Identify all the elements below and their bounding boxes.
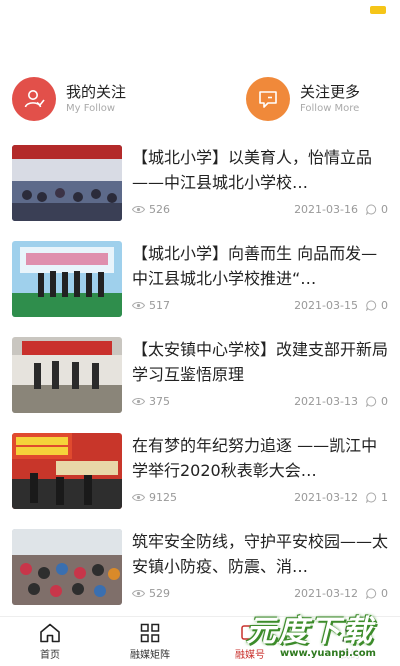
view-count-value: 375 (149, 395, 170, 408)
comment-count-value: 0 (381, 203, 388, 216)
eye-icon (132, 302, 145, 309)
news-date: 2021-03-15 (294, 299, 358, 312)
view-count: 529 (132, 587, 170, 600)
news-thumbnail[interactable] (12, 145, 122, 221)
news-item[interactable]: 【城北小学】向善而生 向品而发—中江县城北小学校推进“… 517 2021-03… (0, 241, 400, 323)
eye-icon (132, 590, 145, 597)
comment-icon (366, 396, 377, 407)
news-item[interactable]: 【太安镇中心学校】改建支部开新局 学习互鉴悟原理 375 2021-03-13 … (0, 337, 400, 419)
news-title[interactable]: 【太安镇中心学校】改建支部开新局 学习互鉴悟原理 (132, 337, 388, 387)
news-item[interactable]: 【城北小学】以美育人，怡情立品 ——中江县城北小学校… 526 2021-03-… (0, 145, 400, 227)
news-item[interactable]: 在有梦的年纪努力追逐 ——凯江中学举行2020秋表彰大会… 9125 2021-… (0, 433, 400, 515)
comment-count-value: 1 (381, 491, 388, 504)
news-title[interactable]: 【城北小学】以美育人，怡情立品 ——中江县城北小学校… (132, 145, 388, 195)
view-count-value: 526 (149, 203, 170, 216)
view-count-value: 9125 (149, 491, 177, 504)
grid-icon (140, 623, 160, 643)
chat-bubble-icon (246, 77, 290, 121)
view-count: 375 (132, 395, 170, 408)
tab-home[interactable]: 首页 (10, 617, 90, 666)
comment-count: 1 (366, 491, 388, 504)
eye-icon (132, 398, 145, 405)
view-count: 526 (132, 203, 170, 216)
comment-count: 0 (366, 395, 388, 408)
status-indicator (370, 6, 386, 14)
my-follow-button[interactable]: 我的关注 My Follow (12, 76, 126, 122)
view-count-value: 529 (149, 587, 170, 600)
comment-count-value: 0 (381, 395, 388, 408)
news-title[interactable]: 在有梦的年纪努力追逐 ——凯江中学举行2020秋表彰大会… (132, 433, 388, 483)
site-watermark: 元度下载 www.yuanpi.com (238, 598, 400, 666)
eye-icon (132, 494, 145, 501)
comment-icon (366, 300, 377, 311)
follow-row: 我的关注 My Follow 关注更多 Follow More (0, 76, 400, 122)
comment-icon (366, 492, 377, 503)
user-follow-icon (12, 77, 56, 121)
view-count: 9125 (132, 491, 177, 504)
news-thumbnail[interactable] (12, 433, 122, 509)
eye-icon (132, 206, 145, 213)
my-follow-subtitle: My Follow (66, 103, 116, 114)
comment-count: 0 (366, 203, 388, 216)
news-thumbnail[interactable] (12, 241, 122, 317)
watermark-text: 元度下载 (246, 614, 374, 649)
tab-media-matrix-label: 融媒矩阵 (130, 650, 170, 661)
follow-more-title: 关注更多 (300, 83, 361, 101)
tab-media-matrix[interactable]: 融媒矩阵 (110, 617, 190, 666)
follow-more-subtitle: Follow More (300, 103, 360, 114)
news-date: 2021-03-16 (294, 203, 358, 216)
comment-count-value: 0 (381, 299, 388, 312)
news-title[interactable]: 【城北小学】向善而生 向品而发—中江县城北小学校推进“… (132, 241, 388, 291)
watermark-url: www.yuanpi.com (278, 648, 378, 659)
view-count: 517 (132, 299, 170, 312)
news-date: 2021-03-12 (294, 491, 358, 504)
comment-count: 0 (366, 299, 388, 312)
follow-more-button[interactable]: 关注更多 Follow More (246, 76, 360, 122)
home-icon (40, 623, 60, 643)
news-thumbnail[interactable] (12, 529, 122, 605)
news-thumbnail[interactable] (12, 337, 122, 413)
my-follow-title: 我的关注 (66, 83, 127, 101)
news-title[interactable]: 筑牢安全防线，守护平安校园——太安镇小防疫、防震、消… (132, 529, 388, 579)
tab-home-label: 首页 (40, 650, 60, 661)
comment-icon (366, 204, 377, 215)
view-count-value: 517 (149, 299, 170, 312)
news-date: 2021-03-13 (294, 395, 358, 408)
